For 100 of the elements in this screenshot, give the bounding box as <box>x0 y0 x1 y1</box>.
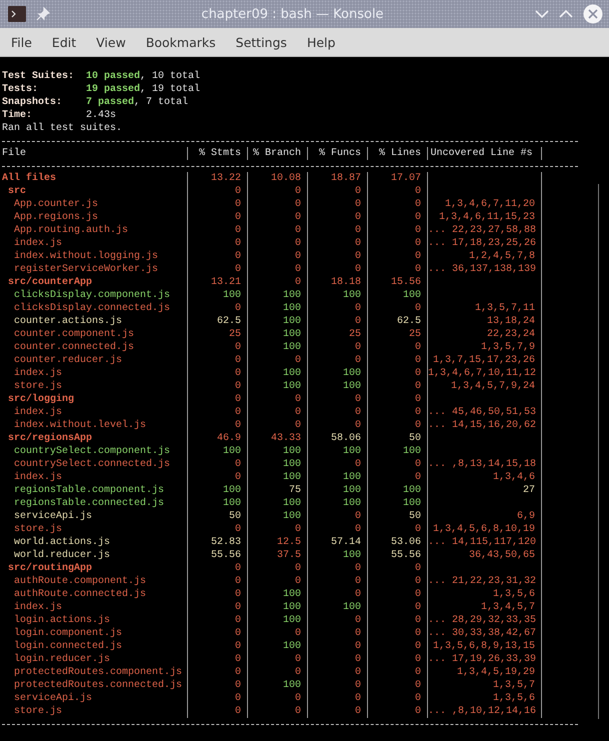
uncovered-lines: 13,18,24 <box>428 315 542 328</box>
coverage-value: 0 <box>368 588 428 601</box>
coverage-value: 0 <box>308 627 368 640</box>
uncovered-lines: ... 30,33,38,42,67 <box>428 627 542 640</box>
column-header: % Branch <box>248 147 308 160</box>
coverage-value: 0 <box>368 211 428 224</box>
file-name: countrySelect.connected.js <box>2 458 188 471</box>
coverage-value: 0 <box>368 406 428 419</box>
coverage-value: 0 <box>308 237 368 250</box>
file-name: App.routing.auth.js <box>2 224 188 237</box>
file-name: counter.actions.js <box>2 315 188 328</box>
coverage-value: 0 <box>188 523 248 536</box>
uncovered-lines: 1,3,4,6,7,11,20 <box>428 198 542 211</box>
menu-item[interactable]: View <box>89 32 133 52</box>
uncovered-lines: ... 36,137,138,139 <box>428 263 542 276</box>
coverage-value: 0 <box>308 705 368 718</box>
coverage-value: 0 <box>308 315 368 328</box>
file-name: authRoute.component.js <box>2 575 188 588</box>
coverage-value: 0 <box>188 198 248 211</box>
coverage-value: 18.18 <box>308 276 368 289</box>
coverage-value: 100 <box>308 380 368 393</box>
close-icon[interactable] <box>583 4 603 24</box>
coverage-value: 0 <box>188 705 248 718</box>
coverage-value: 100 <box>248 458 308 471</box>
uncovered-lines: ... 14,15,16,20,62 <box>428 419 542 432</box>
uncovered-lines: 1,2,4,5,7,8 <box>428 250 542 263</box>
coverage-value: 0 <box>248 562 308 575</box>
coverage-value: 0 <box>308 575 368 588</box>
file-name: store.js <box>2 523 188 536</box>
pin-icon[interactable] <box>36 7 50 21</box>
coverage-value: 0 <box>188 406 248 419</box>
file-name: login.reducer.js <box>2 653 188 666</box>
file-name: All files <box>2 172 188 185</box>
coverage-value: 0 <box>188 263 248 276</box>
coverage-value: 0 <box>368 419 428 432</box>
coverage-value: 0 <box>188 666 248 679</box>
coverage-value: 100 <box>248 289 308 302</box>
file-name: index.js <box>2 237 188 250</box>
coverage-value: 100 <box>308 549 368 562</box>
coverage-value: 0 <box>188 367 248 380</box>
coverage-value: 37.5 <box>248 549 308 562</box>
coverage-value: 0 <box>368 237 428 250</box>
summary-label: Time: <box>2 109 34 122</box>
file-name: store.js <box>2 705 188 718</box>
coverage-value: 0 <box>368 380 428 393</box>
minimize-icon[interactable] <box>535 9 549 19</box>
coverage-value: 0 <box>188 601 248 614</box>
coverage-value: 100 <box>248 380 308 393</box>
coverage-value: 0 <box>308 666 368 679</box>
column-header: Uncovered Line #s <box>428 147 542 160</box>
uncovered-lines: 1,3,4,6,11,15,23 <box>428 211 542 224</box>
coverage-value: 100 <box>188 445 248 458</box>
coverage-value: 25 <box>308 328 368 341</box>
file-name: serviceApi.js <box>2 510 188 523</box>
file-name: index.js <box>2 406 188 419</box>
column-header: % Funcs <box>308 147 368 160</box>
coverage-value: 0 <box>308 250 368 263</box>
coverage-value: 0 <box>308 198 368 211</box>
file-name: registerServiceWorker.js <box>2 263 188 276</box>
uncovered-lines: ... 14,115,117,120 <box>428 536 542 549</box>
file-name: App.regions.js <box>2 211 188 224</box>
coverage-value: 53.06 <box>368 536 428 549</box>
uncovered-lines: 1,3,4,5,19,29 <box>428 666 542 679</box>
coverage-value: 0 <box>368 354 428 367</box>
coverage-value: 0 <box>368 471 428 484</box>
coverage-value: 0 <box>188 302 248 315</box>
scrollbar[interactable] <box>598 184 599 719</box>
coverage-value: 0 <box>368 263 428 276</box>
coverage-value: 0 <box>308 419 368 432</box>
file-name: protectedRoutes.component.js <box>2 666 188 679</box>
coverage-value: 0 <box>308 224 368 237</box>
coverage-value: 17.07 <box>368 172 428 185</box>
coverage-value: 0 <box>368 692 428 705</box>
file-name: countrySelect.component.js <box>2 445 188 458</box>
coverage-value: 55.56 <box>188 549 248 562</box>
menu-item[interactable]: Help <box>300 32 342 52</box>
coverage-value: 58.06 <box>308 432 368 445</box>
coverage-value: 0 <box>368 341 428 354</box>
coverage-value: 0 <box>188 640 248 653</box>
coverage-value: 0 <box>188 237 248 250</box>
coverage-value: 0 <box>248 263 308 276</box>
uncovered-lines: ... 45,46,50,51,53 <box>428 406 542 419</box>
menu-item[interactable]: File <box>4 32 39 52</box>
menu-item[interactable]: Bookmarks <box>138 32 223 52</box>
uncovered-lines: 1,3,4,5,7 <box>428 601 542 614</box>
uncovered-lines: 27 <box>428 484 542 497</box>
summary-label: Snapshots: <box>2 96 64 109</box>
coverage-value: 13.22 <box>188 172 248 185</box>
coverage-value: 57.14 <box>308 536 368 549</box>
file-name: authRoute.connected.js <box>2 588 188 601</box>
maximize-icon[interactable] <box>559 9 573 19</box>
menu-item[interactable]: Edit <box>44 32 84 52</box>
file-name: counter.reducer.js <box>2 354 188 367</box>
coverage-value: 55.56 <box>368 549 428 562</box>
menu-item[interactable]: Settings <box>228 32 294 52</box>
coverage-value: 0 <box>308 692 368 705</box>
coverage-value: 0 <box>188 614 248 627</box>
coverage-value: 0 <box>188 185 248 198</box>
coverage-value: 100 <box>248 471 308 484</box>
coverage-value: 0 <box>248 354 308 367</box>
